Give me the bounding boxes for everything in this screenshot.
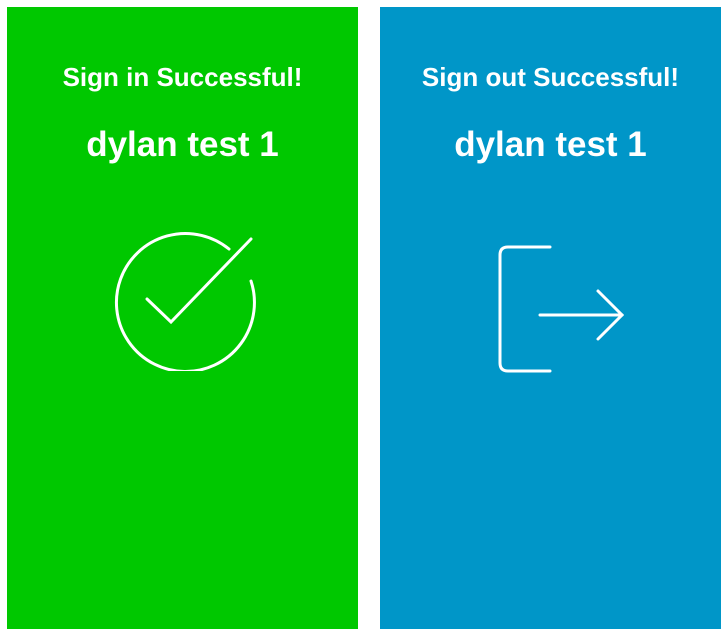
sign-out-icon [498,245,625,373]
signin-status-message: Sign in Successful! [62,62,303,92]
kiosk-screens: Sign in Successful! dylan test 1 Sign ou… [0,0,721,629]
signout-success-panel: Sign out Successful! dylan test 1 [380,7,721,629]
signout-status-message: Sign out Successful! [421,62,680,92]
signin-user-name: dylan test 1 [86,125,279,164]
check-circle-icon [115,232,256,371]
signout-user-name: dylan test 1 [454,125,647,164]
signin-success-panel: Sign in Successful! dylan test 1 [7,7,358,629]
